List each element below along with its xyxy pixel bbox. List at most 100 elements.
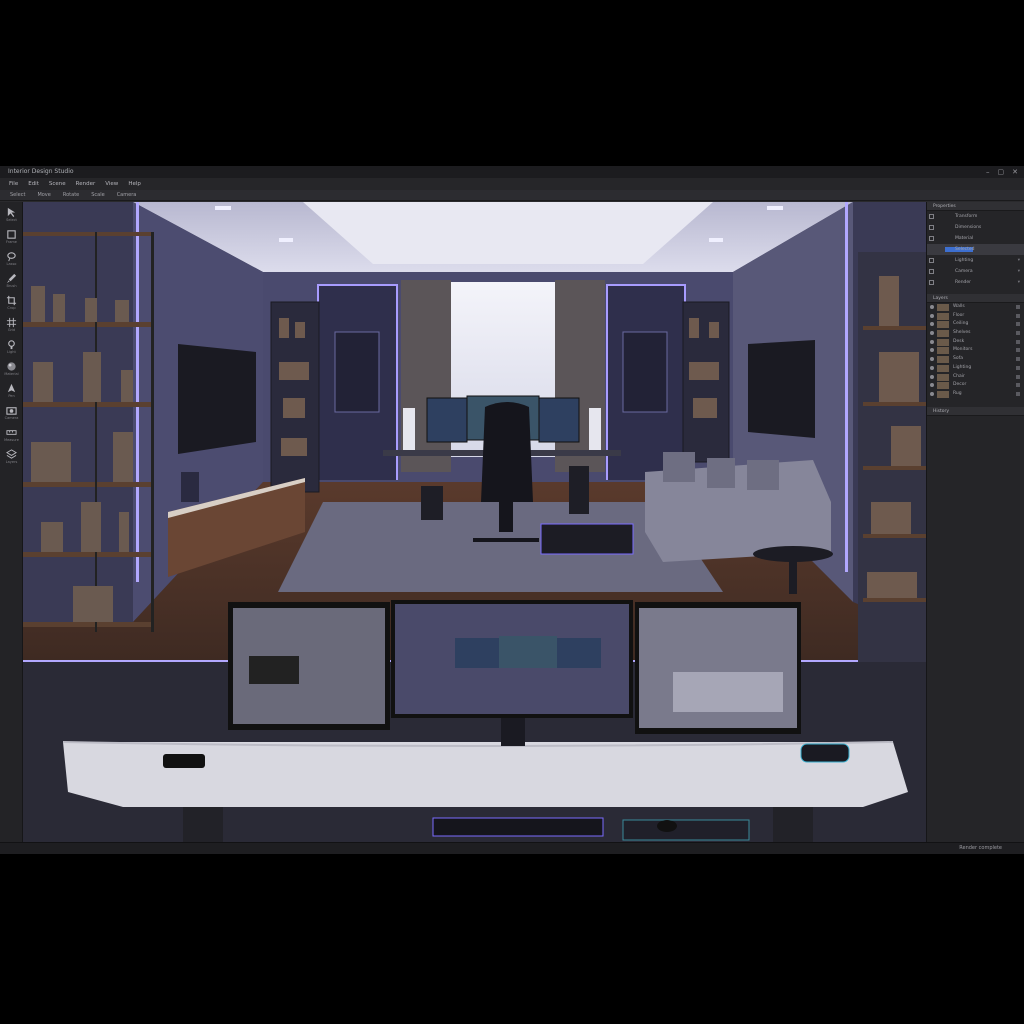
- layer-item[interactable]: Decor: [927, 381, 1024, 390]
- eye-icon[interactable]: [930, 331, 934, 336]
- layer-item[interactable]: Sofa: [927, 355, 1024, 364]
- chevron-down-icon[interactable]: ▾: [1018, 255, 1020, 266]
- layers-icon: [6, 449, 17, 459]
- tool-measure[interactable]: Measure: [2, 426, 21, 445]
- lock-icon[interactable]: [1016, 357, 1020, 362]
- properties-panel-header[interactable]: Properties: [927, 202, 1024, 211]
- tool-light[interactable]: Light: [2, 338, 21, 357]
- maximize-button[interactable]: ▢: [998, 166, 1005, 178]
- crop-icon: [6, 295, 17, 306]
- status-text: Render complete: [959, 845, 1002, 851]
- lock-icon[interactable]: [1016, 313, 1020, 318]
- status-bar: Render complete: [0, 842, 1024, 854]
- lock-icon[interactable]: [1016, 331, 1020, 336]
- layer-item[interactable]: Rug: [927, 390, 1024, 399]
- layers-panel-header[interactable]: Layers: [927, 294, 1024, 303]
- layer-item[interactable]: Walls: [927, 303, 1024, 312]
- lasso-icon: [7, 252, 16, 262]
- tool-options-bar: Select Move Rotate Scale Camera: [0, 190, 1024, 201]
- tool-select[interactable]: Select: [2, 206, 21, 225]
- property-row-transform[interactable]: Transform: [927, 211, 1024, 222]
- layer-thumbnail: [937, 312, 949, 320]
- chevron-down-icon[interactable]: ▾: [1018, 277, 1020, 288]
- lock-icon[interactable]: [1016, 391, 1020, 396]
- layer-thumbnail: [937, 373, 949, 381]
- square-icon: [929, 280, 934, 285]
- property-row-render[interactable]: Render ▾: [927, 277, 1024, 288]
- menu-file[interactable]: File: [4, 178, 23, 190]
- layer-thumbnail: [937, 347, 949, 355]
- property-row-selected[interactable]: Selected: [927, 244, 1024, 255]
- eye-icon[interactable]: [930, 313, 934, 318]
- tool-grid[interactable]: Grid: [2, 316, 21, 335]
- menu-help[interactable]: Help: [123, 178, 146, 190]
- property-row-material[interactable]: Material: [927, 233, 1024, 244]
- tool-palette: Select Frame Lasso Brush Crop Grid Light: [0, 202, 23, 842]
- toolbar-camera[interactable]: Camera: [111, 190, 143, 200]
- material-icon: [7, 362, 16, 371]
- layer-item[interactable]: Lighting: [927, 364, 1024, 373]
- layer-thumbnail: [937, 330, 949, 338]
- tool-camera[interactable]: Camera: [2, 404, 21, 423]
- property-row-camera[interactable]: Camera ▾: [927, 266, 1024, 277]
- toolbar-scale[interactable]: Scale: [85, 190, 110, 200]
- eye-icon[interactable]: [930, 305, 934, 309]
- menu-edit[interactable]: Edit: [23, 178, 44, 190]
- history-panel-header[interactable]: History: [927, 406, 1024, 416]
- layer-item[interactable]: Desk: [927, 338, 1024, 347]
- tool-frame[interactable]: Frame: [2, 228, 21, 247]
- chevron-down-icon[interactable]: ▾: [1018, 266, 1020, 277]
- layer-item[interactable]: Chair: [927, 373, 1024, 382]
- rendered-scene: [23, 202, 926, 842]
- layer-item[interactable]: Ceiling: [927, 320, 1024, 329]
- measure-icon: [6, 430, 17, 435]
- select-icon: [7, 207, 16, 218]
- layer-item[interactable]: Monitors: [927, 346, 1024, 355]
- lock-icon[interactable]: [1016, 374, 1020, 379]
- tool-material[interactable]: Material: [2, 360, 21, 379]
- pen-icon: [7, 383, 16, 393]
- square-icon: [929, 236, 934, 241]
- lock-icon[interactable]: [1016, 339, 1020, 344]
- close-button[interactable]: ✕: [1012, 166, 1018, 178]
- eye-icon[interactable]: [930, 391, 934, 396]
- eye-icon[interactable]: [930, 322, 934, 327]
- toolbar-move[interactable]: Move: [31, 190, 56, 200]
- right-panel-dock: Properties Transform Dimensions Material…: [926, 202, 1024, 842]
- property-row-lighting[interactable]: Lighting ▾: [927, 255, 1024, 266]
- eye-icon[interactable]: [930, 374, 934, 379]
- eye-icon[interactable]: [930, 339, 934, 344]
- frame-icon: [7, 230, 16, 239]
- tool-label: Brush: [6, 284, 17, 288]
- brush-icon: [6, 273, 17, 284]
- layer-item[interactable]: Shelves: [927, 329, 1024, 338]
- tool-layers[interactable]: Layers: [2, 448, 21, 467]
- tool-crop[interactable]: Crop: [2, 294, 21, 313]
- tool-label: Measure: [4, 438, 19, 442]
- menu-view[interactable]: View: [100, 178, 123, 190]
- tool-pen[interactable]: Pen: [2, 382, 21, 401]
- menu-scene[interactable]: Scene: [44, 178, 71, 190]
- toolbar-rotate[interactable]: Rotate: [57, 190, 85, 200]
- layer-item[interactable]: Floor: [927, 312, 1024, 321]
- lock-icon[interactable]: [1016, 383, 1020, 388]
- scene-viewport[interactable]: [23, 202, 926, 842]
- tool-lasso[interactable]: Lasso: [2, 250, 21, 269]
- lock-icon[interactable]: [1016, 348, 1020, 353]
- eye-icon[interactable]: [930, 348, 934, 353]
- eye-icon[interactable]: [930, 357, 934, 362]
- menu-render[interactable]: Render: [71, 178, 101, 190]
- eye-icon[interactable]: [930, 365, 934, 370]
- property-row-dimensions[interactable]: Dimensions: [927, 222, 1024, 233]
- minimize-button[interactable]: –: [986, 166, 990, 178]
- window-title: Interior Design Studio: [8, 168, 74, 175]
- tool-brush[interactable]: Brush: [2, 272, 21, 291]
- tool-label: Pen: [8, 394, 15, 398]
- lock-icon[interactable]: [1016, 305, 1020, 309]
- eye-icon[interactable]: [930, 383, 934, 388]
- toolbar-select[interactable]: Select: [4, 190, 31, 200]
- lock-icon[interactable]: [1016, 365, 1020, 370]
- lock-icon[interactable]: [1016, 322, 1020, 327]
- tool-label: Light: [7, 350, 16, 354]
- square-icon: [929, 258, 934, 263]
